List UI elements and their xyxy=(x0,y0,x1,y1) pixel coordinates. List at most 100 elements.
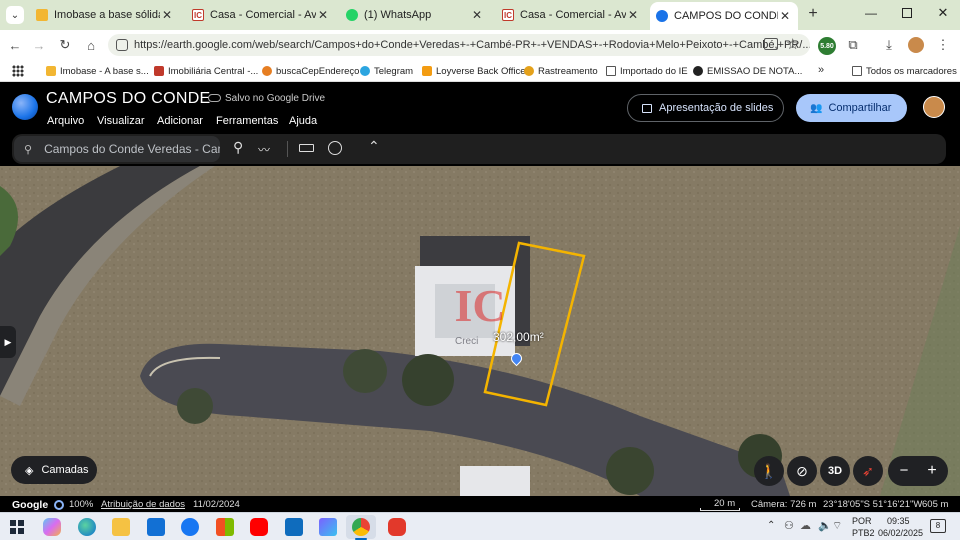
outlook-icon[interactable] xyxy=(285,518,303,536)
watermark-text: Creci xyxy=(455,336,479,347)
coordinates: 23°18'05"S 51°16'21"W xyxy=(823,499,923,510)
close-icon[interactable]: ✕ xyxy=(470,8,484,22)
facebook-icon[interactable] xyxy=(181,518,199,536)
zoom-out-button[interactable]: − xyxy=(894,460,914,482)
chrome-icon[interactable] xyxy=(352,518,370,536)
bookmark-telegram[interactable]: Telegram xyxy=(360,64,413,78)
tab-search-button[interactable]: ⌄ xyxy=(6,6,24,24)
project-title[interactable]: CAMPOS DO CONDE xyxy=(46,90,211,108)
close-icon[interactable]: ✕ xyxy=(160,8,174,22)
history-icon[interactable] xyxy=(328,141,342,155)
all-bookmarks-folder[interactable]: Todos os marcadores xyxy=(852,64,957,78)
bookmark-imobase[interactable]: Imobase - A base s... xyxy=(46,64,149,78)
menu-adicionar[interactable]: Adicionar xyxy=(157,115,203,127)
notification-count: 8 xyxy=(935,521,941,530)
tab-imobase[interactable]: Imobase a base sólida para ✕ xyxy=(30,4,180,26)
layers-button[interactable]: ◈ Camadas xyxy=(11,456,97,484)
bookmark-buscacep[interactable]: buscaCepEndereço xyxy=(262,64,359,78)
edge-icon[interactable] xyxy=(78,518,96,536)
network-icon[interactable]: ⌔ xyxy=(832,519,842,533)
more-bookmarks-icon[interactable]: » xyxy=(818,64,824,76)
slideshow-button[interactable]: Apresentação de slides xyxy=(627,94,784,122)
download-icon[interactable]: ⤓ xyxy=(880,36,898,54)
clipchamp-icon[interactable] xyxy=(319,518,337,536)
store-icon[interactable] xyxy=(216,518,234,536)
google-earth-logo[interactable] xyxy=(12,94,38,120)
minimize-button[interactable]: — xyxy=(862,6,880,24)
share-button[interactable]: 👥 Compartilhar xyxy=(796,94,907,122)
google-logo: Google xyxy=(12,499,49,511)
install-icon[interactable] xyxy=(764,38,778,50)
bookmark-star-icon[interactable]: ☆ xyxy=(786,35,799,53)
satellite-map[interactable]: IC Creci 302,00m² ▶ ◈ Camadas 🚶 ⊘ 3D ➶ −… xyxy=(0,166,960,496)
zoom-in-button[interactable]: + xyxy=(922,460,942,482)
start-button[interactable] xyxy=(10,520,24,534)
language-line2[interactable]: PTB2 xyxy=(852,528,875,538)
close-window-button[interactable]: ✕ xyxy=(934,5,952,23)
tab-campos-do-conde[interactable]: CAMPOS DO CONDE – Goo ✕ xyxy=(650,2,798,30)
ic-logo-icon: IC xyxy=(192,9,204,21)
extension-badge[interactable]: 5.80 xyxy=(818,37,836,55)
location-off-button[interactable]: ⊘ xyxy=(787,456,817,486)
menu-arquivo[interactable]: Arquivo xyxy=(47,115,84,127)
home-button[interactable]: ⌂ xyxy=(82,36,100,54)
location-off-icon: ⊘ xyxy=(796,462,808,479)
data-attribution-link[interactable]: Atribuição de dados xyxy=(101,499,185,510)
bookmark-loyverse[interactable]: Loyverse Back Office xyxy=(422,64,526,78)
menu-visualizar[interactable]: Visualizar xyxy=(97,115,145,127)
bookmark-rastreamento[interactable]: Rastreamento xyxy=(524,64,598,78)
wps-icon[interactable] xyxy=(388,518,406,536)
bookmark-emissao-nota[interactable]: EMISSAO DE NOTA... xyxy=(693,64,802,78)
scale-bar xyxy=(700,508,740,511)
notification-bell-icon[interactable]: 8 xyxy=(930,519,946,533)
search-input[interactable]: Campos do Conde Veredas - Cam xyxy=(44,142,220,156)
tool-divider xyxy=(287,141,288,157)
tray-app-icon[interactable]: ⚇ xyxy=(784,519,794,532)
extensions-icon[interactable]: ⧉ xyxy=(844,36,862,54)
forward-button[interactable]: → xyxy=(30,36,48,54)
weather-cloud-icon[interactable]: ☁ xyxy=(800,519,811,532)
pegman-button[interactable]: 🚶 xyxy=(754,456,784,486)
file-explorer-icon[interactable] xyxy=(112,518,130,536)
bookmarks-bar: Imobase - A base s... Imobiliária Centra… xyxy=(0,60,960,82)
language-line1[interactable]: POR xyxy=(852,516,872,526)
address-bar[interactable]: https://earth.google.com/web/search/Camp… xyxy=(108,34,810,56)
ruler-icon[interactable] xyxy=(299,144,314,152)
side-panel-toggle[interactable]: ▶ xyxy=(0,326,16,358)
menu-ferramentas[interactable]: Ferramentas xyxy=(216,115,278,127)
collapse-chevron-icon[interactable]: ⌃ xyxy=(368,138,380,155)
clock-time[interactable]: 09:35 xyxy=(887,516,910,526)
site-info-icon[interactable] xyxy=(116,39,128,51)
bookmark-imobiliaria-central[interactable]: Imobiliária Central -... xyxy=(154,64,258,78)
maximize-button[interactable] xyxy=(902,8,912,18)
more-menu-icon[interactable]: ⋮ xyxy=(934,36,952,54)
compass-button[interactable]: ➶ xyxy=(853,456,883,486)
earth-search-box[interactable]: ⚲ Campos do Conde Veredas - Cam xyxy=(14,136,220,162)
clock-date[interactable]: 06/02/2025 xyxy=(878,528,923,538)
menu-ajuda[interactable]: Ajuda xyxy=(289,115,317,127)
tab-casa-comercial-1[interactable]: IC Casa - Comercial - Av. Santo ✕ xyxy=(186,4,336,26)
close-icon[interactable]: ✕ xyxy=(316,8,330,22)
loyverse-icon xyxy=(422,66,432,76)
path-icon[interactable]: 〰 xyxy=(258,141,276,157)
copilot-icon[interactable] xyxy=(43,518,61,536)
reload-button[interactable]: ↻ xyxy=(56,36,74,54)
browser-toolbar: ← → ↻ ⌂ https://earth.google.com/web/sea… xyxy=(0,30,960,60)
speaker-icon[interactable]: 🔈 xyxy=(818,519,832,532)
user-avatar[interactable] xyxy=(923,96,945,118)
placemark-icon[interactable]: ⚲ xyxy=(233,140,244,155)
profile-avatar[interactable] xyxy=(908,37,924,53)
tab-whatsapp[interactable]: (1) WhatsApp ✕ xyxy=(340,4,490,26)
mail-icon[interactable] xyxy=(147,518,165,536)
tray-chevron-icon[interactable]: ⌃ xyxy=(767,520,775,531)
back-button[interactable]: ← xyxy=(6,36,24,54)
toggle-3d-button[interactable]: 3D xyxy=(820,456,850,486)
bookmark-folder-ie[interactable]: Importado do IE xyxy=(606,64,688,78)
youtube-icon[interactable] xyxy=(250,518,268,536)
tab-casa-comercial-2[interactable]: IC Casa - Comercial - Av. Santo ✕ xyxy=(496,4,646,26)
close-icon[interactable]: ✕ xyxy=(778,9,792,23)
camera-altitude: Câmera: 726 m xyxy=(751,499,817,510)
new-tab-button[interactable]: + xyxy=(804,5,822,23)
apps-icon[interactable] xyxy=(12,65,24,77)
close-icon[interactable]: ✕ xyxy=(626,8,640,22)
